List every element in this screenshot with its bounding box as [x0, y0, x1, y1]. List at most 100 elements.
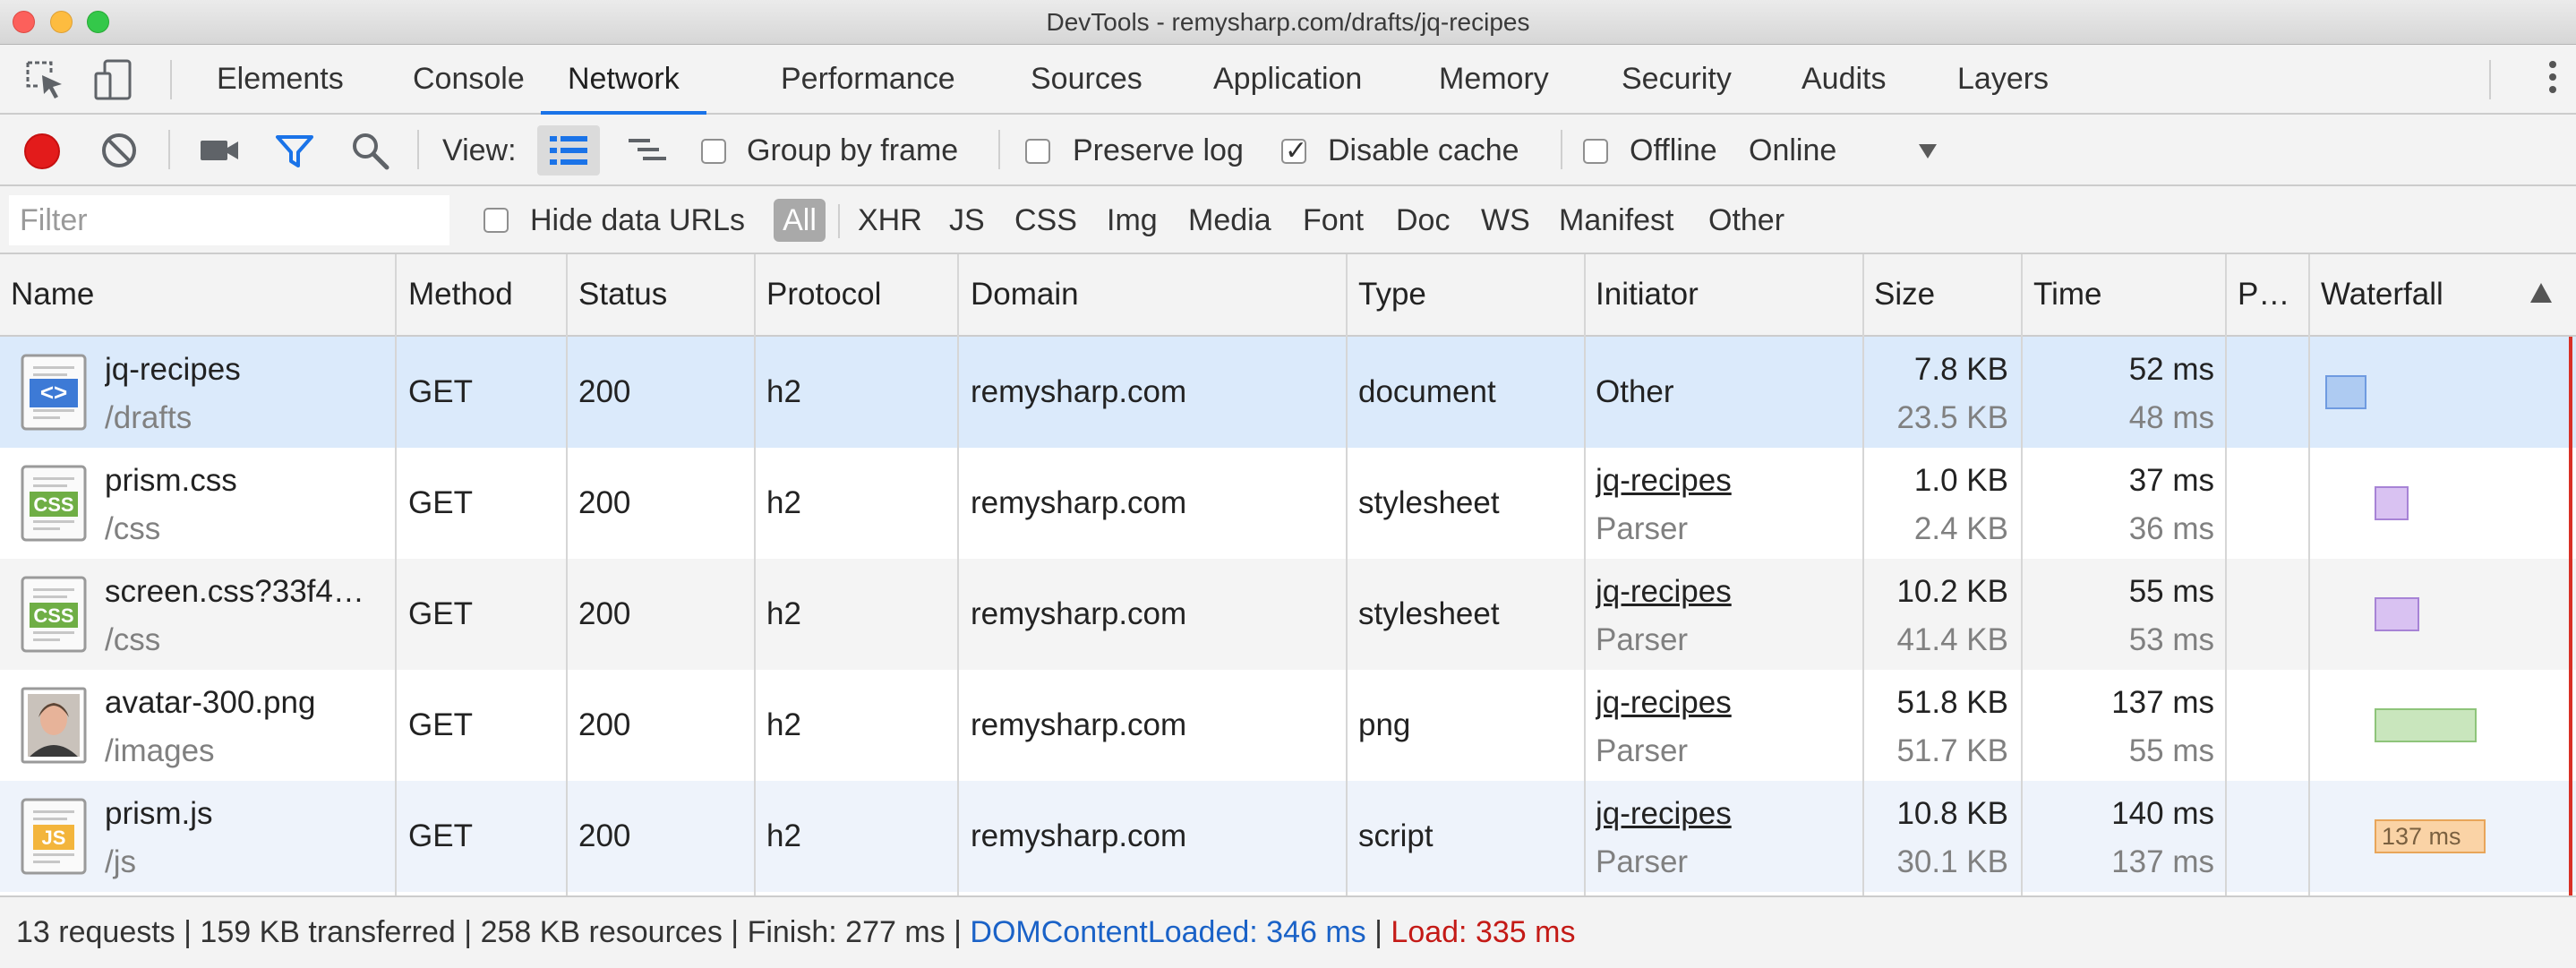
- column-header-priority[interactable]: P…: [2238, 254, 2289, 335]
- column-divider[interactable]: [1862, 254, 1864, 895]
- tab-elements[interactable]: Elements: [217, 45, 344, 113]
- tab-security[interactable]: Security: [1622, 45, 1732, 113]
- device-toolbar-icon[interactable]: [94, 59, 135, 100]
- request-initiator-type: Parser: [1596, 733, 1689, 768]
- filter-type-img[interactable]: Img: [1107, 186, 1158, 254]
- column-header-waterfall[interactable]: Waterfall: [2321, 254, 2443, 335]
- request-resource-size: 41.4 KB: [1896, 622, 2008, 657]
- request-latency: 55 ms: [2128, 733, 2214, 768]
- chevron-down-icon[interactable]: [1919, 144, 1937, 158]
- preserve-log-checkbox[interactable]: [1025, 139, 1050, 164]
- filter-bar: Hide data URLs All XHR JS CSS Img Media …: [0, 186, 2576, 254]
- request-initiator-link[interactable]: jq-recipes: [1596, 794, 1732, 834]
- large-rows-toggle[interactable]: [537, 125, 600, 176]
- tab-application[interactable]: Application: [1213, 45, 1362, 113]
- summary-load: Load: 335 ms: [1391, 915, 1576, 949]
- hide-data-urls-checkbox[interactable]: [484, 208, 509, 233]
- request-method: GET: [408, 707, 473, 742]
- group-by-frame-checkbox[interactable]: [701, 139, 726, 164]
- request-status: 200: [578, 707, 631, 742]
- overview-waterfall-icon[interactable]: [627, 130, 668, 171]
- waterfall-bar[interactable]: [2375, 708, 2477, 742]
- column-header-method[interactable]: Method: [408, 254, 513, 335]
- screenshot-camera-icon[interactable]: [199, 130, 240, 171]
- request-name: screen.css?33f4…: [105, 574, 364, 609]
- filter-funnel-icon[interactable]: [274, 130, 315, 171]
- table-row[interactable]: CSS prism.css /css GET 200 h2 remysharp.…: [0, 448, 2576, 559]
- column-header-size[interactable]: Size: [1874, 254, 1935, 335]
- column-divider[interactable]: [1584, 254, 1586, 895]
- summary-separator: |: [184, 915, 192, 949]
- more-options-icon[interactable]: [2547, 61, 2558, 99]
- column-divider[interactable]: [2225, 254, 2227, 895]
- table-row[interactable]: <> jq-recipes /drafts GET 200 h2 remysha…: [0, 337, 2576, 448]
- tab-memory[interactable]: Memory: [1439, 45, 1549, 113]
- request-time: 140 ms: [2111, 796, 2214, 831]
- column-divider[interactable]: [1346, 254, 1348, 895]
- request-method: GET: [408, 596, 473, 631]
- table-row[interactable]: JS prism.js /js GET 200 h2 remysharp.com…: [0, 781, 2576, 892]
- waterfall-bar[interactable]: [2375, 486, 2409, 520]
- request-path: /css: [105, 622, 161, 657]
- summary-dom-content-loaded: DOMContentLoaded: 346 ms: [970, 915, 1366, 949]
- table-row[interactable]: CSS screen.css?33f4… /css GET 200 h2 rem…: [0, 559, 2576, 670]
- column-header-status[interactable]: Status: [578, 254, 667, 335]
- disable-cache-label: Disable cache: [1328, 133, 1519, 167]
- column-header-type[interactable]: Type: [1358, 254, 1426, 335]
- column-header-domain[interactable]: Domain: [971, 254, 1079, 335]
- column-header-initiator[interactable]: Initiator: [1596, 254, 1699, 335]
- column-header-protocol[interactable]: Protocol: [766, 254, 881, 335]
- filter-input[interactable]: [9, 195, 449, 245]
- column-divider[interactable]: [754, 254, 756, 895]
- column-header-time[interactable]: Time: [2033, 254, 2101, 335]
- summary-separator: |: [731, 915, 740, 949]
- image-thumbnail-icon: [21, 687, 87, 764]
- tab-console[interactable]: Console: [413, 45, 525, 113]
- search-icon[interactable]: [349, 130, 390, 171]
- sort-ascending-icon[interactable]: [2530, 283, 2552, 303]
- filter-type-media[interactable]: Media: [1188, 186, 1271, 254]
- throttling-select[interactable]: Online: [1749, 115, 1836, 186]
- filter-type-doc[interactable]: Doc: [1396, 186, 1450, 254]
- tab-layers[interactable]: Layers: [1957, 45, 2049, 113]
- request-resource-size: 30.1 KB: [1896, 844, 2008, 879]
- column-divider[interactable]: [2308, 254, 2310, 895]
- filter-type-manifest[interactable]: Manifest: [1559, 186, 1674, 254]
- summary-requests: 13 requests: [16, 915, 175, 949]
- inspect-element-icon[interactable]: [24, 59, 65, 100]
- filter-type-js[interactable]: JS: [949, 186, 985, 254]
- request-size: 7.8 KB: [1913, 352, 2008, 387]
- request-name: prism.css: [105, 463, 237, 498]
- filter-type-other[interactable]: Other: [1708, 186, 1784, 254]
- request-size: 1.0 KB: [1913, 463, 2008, 498]
- disable-cache-checkbox[interactable]: [1281, 135, 1307, 167]
- column-divider[interactable]: [957, 254, 959, 895]
- filter-type-xhr[interactable]: XHR: [858, 186, 922, 254]
- toolbar-separator: [417, 130, 419, 169]
- request-initiator-link[interactable]: jq-recipes: [1596, 461, 1732, 501]
- summary-separator: |: [464, 915, 473, 949]
- clear-icon[interactable]: [98, 130, 140, 171]
- request-initiator: Other: [1596, 374, 1674, 409]
- filter-type-font[interactable]: Font: [1303, 186, 1364, 254]
- filter-type-all[interactable]: All: [774, 199, 826, 242]
- tab-network[interactable]: Network: [541, 45, 706, 115]
- column-divider[interactable]: [395, 254, 397, 895]
- tab-audits[interactable]: Audits: [1801, 45, 1887, 113]
- column-header-name[interactable]: Name: [11, 254, 94, 335]
- request-initiator-type: Parser: [1596, 622, 1689, 657]
- tab-sources[interactable]: Sources: [1031, 45, 1143, 113]
- record-button[interactable]: [24, 133, 60, 169]
- tab-performance[interactable]: Performance: [781, 45, 955, 113]
- filter-type-ws[interactable]: WS: [1481, 186, 1530, 254]
- waterfall-bar[interactable]: [2325, 375, 2366, 409]
- filter-type-css[interactable]: CSS: [1014, 186, 1077, 254]
- offline-checkbox[interactable]: [1583, 139, 1608, 164]
- column-divider[interactable]: [2021, 254, 2023, 895]
- column-divider[interactable]: [566, 254, 568, 895]
- request-status: 200: [578, 485, 631, 520]
- table-row[interactable]: avatar-300.png /images GET 200 h2 remysh…: [0, 670, 2576, 781]
- request-initiator-link[interactable]: jq-recipes: [1596, 683, 1732, 723]
- request-initiator-link[interactable]: jq-recipes: [1596, 572, 1732, 612]
- waterfall-bar[interactable]: [2375, 597, 2419, 631]
